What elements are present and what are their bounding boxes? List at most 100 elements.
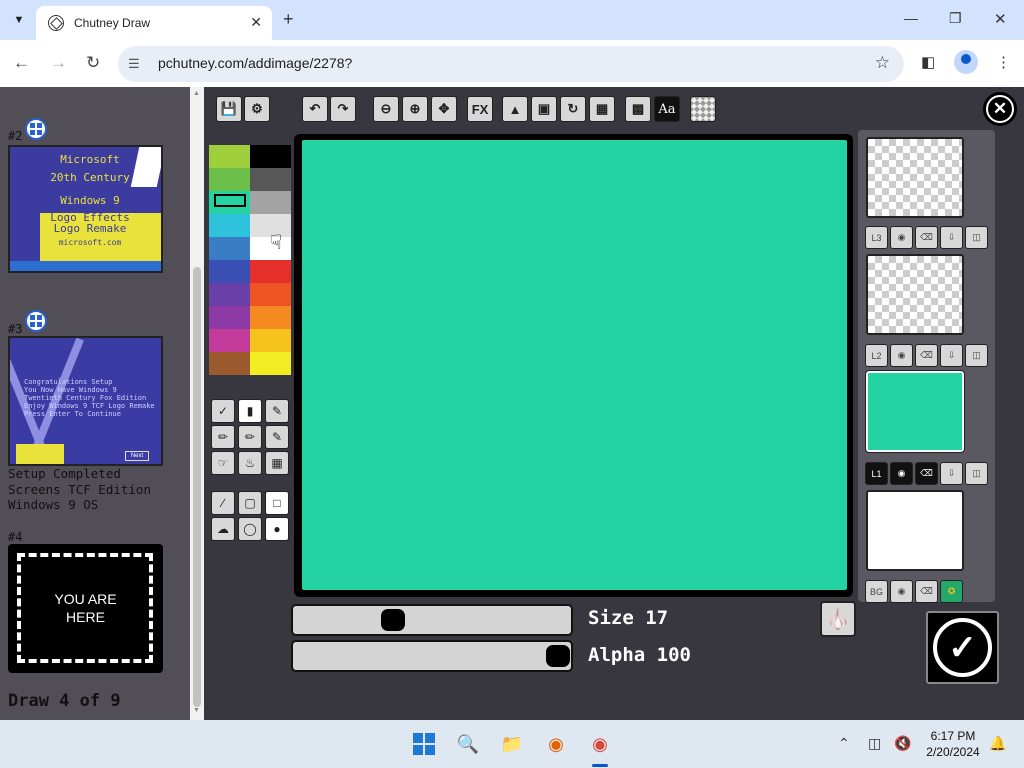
- cloud-tool[interactable]: ☁: [211, 517, 235, 541]
- new-tab-button[interactable]: +: [283, 9, 294, 30]
- arrow-down-icon[interactable]: ⇩: [940, 344, 963, 367]
- forklift-button[interactable]: ▣: [531, 96, 557, 122]
- line-tool[interactable]: ∕: [211, 491, 235, 515]
- layer-thumbnail-l2[interactable]: [866, 254, 964, 335]
- zoom-out-button[interactable]: ⊖: [373, 96, 399, 122]
- merge-icon[interactable]: ◫: [965, 344, 988, 367]
- ellipse-tool[interactable]: ◯: [238, 517, 262, 541]
- color-swatch[interactable]: [250, 352, 291, 375]
- zoom-in-button[interactable]: ⊕: [402, 96, 428, 122]
- forward-button[interactable]: →: [50, 53, 67, 73]
- trash-icon[interactable]: ⌫: [915, 580, 938, 603]
- redo-button[interactable]: ↷: [330, 96, 356, 122]
- layer-label[interactable]: BG: [865, 580, 888, 603]
- chrome-button[interactable]: ◉: [587, 731, 613, 757]
- image-button[interactable]: ▩: [625, 96, 651, 122]
- reload-button[interactable]: ↻: [86, 53, 100, 73]
- move-button[interactable]: ✥: [431, 96, 457, 122]
- size-slider-knob[interactable]: [381, 609, 405, 631]
- tab-close-icon[interactable]: ✕: [250, 14, 262, 31]
- color-swatch[interactable]: [209, 329, 250, 352]
- sidebar-scrollbar[interactable]: ▲ ▼: [190, 87, 204, 720]
- color-swatch[interactable]: [209, 214, 250, 237]
- search-button[interactable]: 🔍: [455, 731, 481, 757]
- rotate-button[interactable]: ↻: [560, 96, 586, 122]
- start-button[interactable]: [411, 731, 437, 757]
- garlic-button[interactable]: 🧄: [820, 601, 856, 637]
- alpha-slider-knob[interactable]: [546, 645, 570, 667]
- text-tool-button[interactable]: Aa: [654, 96, 680, 122]
- color-swatch[interactable]: [209, 237, 250, 260]
- smudge-tool[interactable]: ☞: [211, 451, 235, 475]
- close-editor-button[interactable]: ✕: [983, 92, 1017, 126]
- browser-tab[interactable]: Chutney Draw ✕: [36, 6, 272, 40]
- pen-tool[interactable]: ✎: [265, 399, 289, 423]
- trash-icon[interactable]: ⌫: [915, 462, 938, 485]
- eye-icon[interactable]: ◉: [890, 580, 913, 603]
- minimize-button[interactable]: —: [904, 10, 918, 26]
- draw-thumbnail-2[interactable]: Microsoft 20th Century Windows 9 Logo Ef…: [8, 145, 163, 273]
- stamp-button[interactable]: ▲: [502, 96, 528, 122]
- scroll-down-icon[interactable]: ▼: [193, 707, 200, 714]
- color-swatch[interactable]: [250, 283, 291, 306]
- pattern-tool[interactable]: ▦: [265, 451, 289, 475]
- size-slider[interactable]: [291, 604, 573, 636]
- file-explorer-button[interactable]: 📁: [499, 731, 525, 757]
- layer-thumbnail-l1[interactable]: [865, 370, 965, 453]
- crop-button[interactable]: ▦: [589, 96, 615, 122]
- color-swatch[interactable]: [250, 306, 291, 329]
- merge-icon[interactable]: ◫: [965, 462, 988, 485]
- eye-icon[interactable]: ◉: [890, 226, 913, 249]
- layer-label[interactable]: L3: [865, 226, 888, 249]
- browser-menu-button[interactable]: ⋮: [996, 53, 1011, 71]
- brush-tool[interactable]: ✓: [211, 399, 235, 423]
- side-panel-button[interactable]: ◧: [921, 53, 935, 71]
- network-icon[interactable]: ◫: [868, 735, 881, 752]
- paint-tool[interactable]: ✏: [211, 425, 235, 449]
- omnibox[interactable]: ☰ pchutney.com/addimage/2278? ☆: [118, 46, 904, 82]
- color-swatch[interactable]: [209, 168, 250, 191]
- tab-search-button[interactable]: ▼: [8, 9, 30, 31]
- clock[interactable]: 6:17 PM 2/20/2024: [920, 728, 986, 760]
- undo-button[interactable]: ↶: [302, 96, 328, 122]
- scroll-thumb[interactable]: [193, 267, 201, 707]
- pencil-tool[interactable]: ✏: [238, 425, 262, 449]
- color-swatch[interactable]: [250, 145, 291, 168]
- volume-muted-icon[interactable]: 🔇: [894, 735, 911, 752]
- tray-overflow-button[interactable]: ⌃: [838, 735, 850, 752]
- filled-ellipse-tool[interactable]: ●: [265, 517, 289, 541]
- settings-button[interactable]: ⚙: [244, 96, 270, 122]
- site-info-icon[interactable]: ☰: [128, 56, 140, 72]
- current-draw-placeholder[interactable]: YOU ARE HERE: [8, 544, 163, 673]
- trash-icon[interactable]: ⌫: [915, 226, 938, 249]
- submit-button[interactable]: ✓: [926, 611, 999, 684]
- eye-icon[interactable]: ◉: [890, 462, 913, 485]
- filled-rectangle-tool[interactable]: □: [265, 491, 289, 515]
- color-swatch[interactable]: [209, 306, 250, 329]
- firefox-button[interactable]: ◉: [543, 731, 569, 757]
- notification-bell-icon[interactable]: 🔔: [989, 735, 1006, 752]
- color-swatch[interactable]: [250, 191, 291, 214]
- draw-thumbnail-3[interactable]: Congratulations Setup You Now Have Windo…: [8, 336, 163, 466]
- profile-avatar[interactable]: [954, 50, 978, 74]
- color-swatch[interactable]: [250, 168, 291, 191]
- color-swatch[interactable]: [250, 329, 291, 352]
- save-button[interactable]: 💾: [216, 96, 242, 122]
- alpha-slider[interactable]: [291, 640, 573, 672]
- back-button[interactable]: ←: [13, 53, 30, 73]
- window-close-button[interactable]: ✕: [994, 10, 1007, 28]
- bookmark-star-icon[interactable]: ☆: [875, 53, 890, 73]
- arrow-down-icon[interactable]: ⇩: [940, 226, 963, 249]
- color-swatch[interactable]: [250, 260, 291, 283]
- color-swatch[interactable]: [209, 260, 250, 283]
- marker-tool[interactable]: ✎: [265, 425, 289, 449]
- arrow-down-icon[interactable]: ⇩: [940, 462, 963, 485]
- fill-color-icon[interactable]: ✪: [940, 580, 963, 603]
- layer-label[interactable]: L1: [865, 462, 888, 485]
- trash-icon[interactable]: ⌫: [915, 344, 938, 367]
- layer-label[interactable]: L2: [865, 344, 888, 367]
- rectangle-tool[interactable]: ▢: [238, 491, 262, 515]
- eraser-tool[interactable]: ▮: [238, 399, 262, 423]
- color-swatch[interactable]: [209, 145, 250, 168]
- layer-thumbnail-bg[interactable]: [866, 490, 964, 571]
